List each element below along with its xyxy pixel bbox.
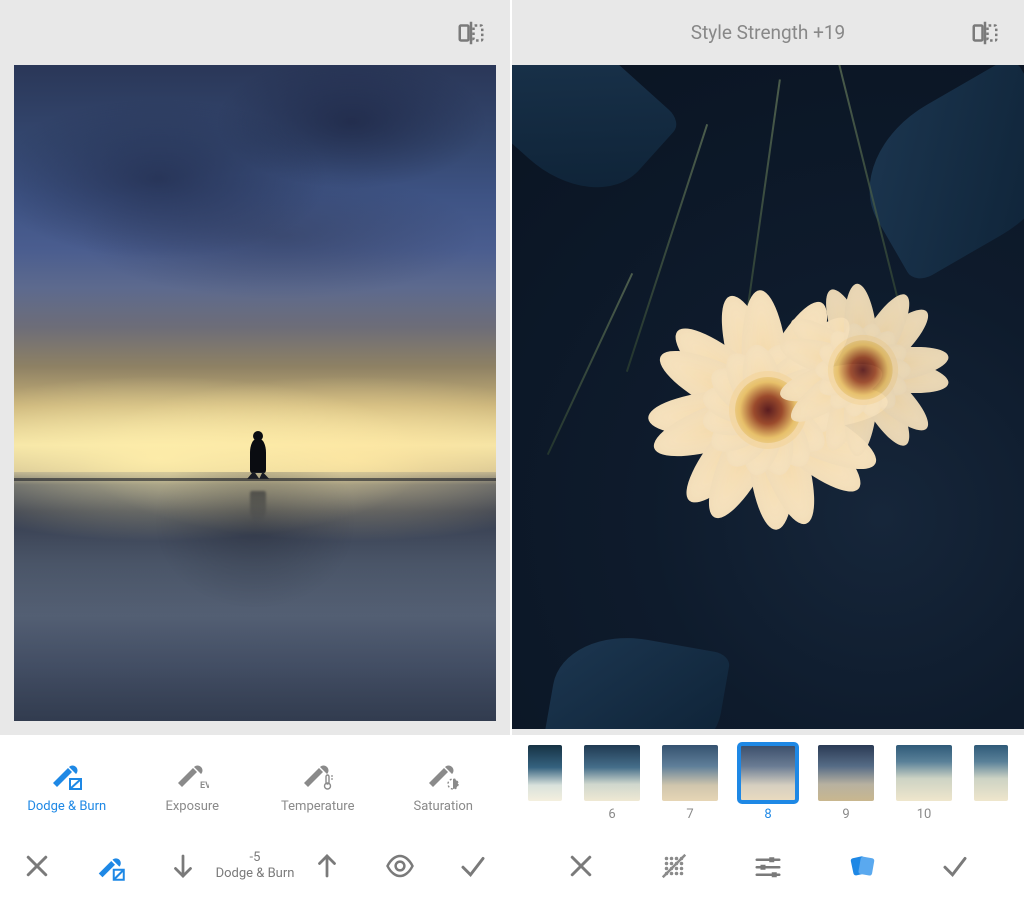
brush-saturation-icon	[426, 761, 460, 791]
filter-num: 7	[686, 807, 693, 822]
filter-next-partial[interactable]	[974, 745, 1008, 822]
bottombar-left: -5 Dodge & Burn	[0, 833, 510, 899]
brush-temperature-icon	[301, 761, 335, 791]
apply-button[interactable]	[458, 851, 488, 881]
adjust-stepper: -5 Dodge & Burn	[168, 850, 343, 881]
filter-num: 8	[764, 807, 771, 822]
photo-canvas-right[interactable]	[512, 65, 1024, 735]
filter-prev-partial[interactable]	[528, 745, 562, 822]
increase-button[interactable]	[312, 851, 342, 881]
style-strength-label: Style Strength +19	[691, 21, 845, 44]
compare-icon[interactable]	[456, 18, 486, 48]
filter-strip[interactable]: 6 7 8 9 10	[512, 735, 1024, 833]
adjust-name: Dodge & Burn	[216, 866, 295, 882]
brush-label: Exposure	[165, 799, 219, 814]
preview-button[interactable]	[385, 851, 415, 881]
brush-label: Temperature	[281, 799, 354, 814]
decrease-button[interactable]	[168, 851, 198, 881]
cancel-button[interactable]	[566, 851, 596, 881]
shuffle-icon[interactable]	[659, 851, 689, 881]
bottombar-right	[512, 833, 1024, 899]
cancel-button[interactable]	[22, 851, 52, 881]
brush-saturation[interactable]: Saturation	[381, 761, 507, 814]
brush-exposure-icon: EV	[175, 761, 209, 791]
filter-num: 9	[842, 807, 849, 822]
filter-thumb	[584, 745, 640, 801]
filter-thumb	[662, 745, 718, 801]
sliders-icon[interactable]	[753, 851, 783, 881]
filter-thumb	[740, 745, 796, 801]
screen-styles: Style Strength +19 6 7	[512, 0, 1024, 899]
brush-dodge-burn[interactable]: Dodge & Burn	[4, 761, 130, 814]
compare-icon[interactable]	[970, 18, 1000, 48]
topbar-left	[0, 0, 510, 65]
apply-button[interactable]	[940, 851, 970, 881]
filter-num	[989, 807, 992, 822]
filter-thumb	[818, 745, 874, 801]
brush-row: Dodge & Burn EV Exposure	[0, 735, 510, 833]
filter-9[interactable]: 9	[818, 745, 874, 822]
brush-label: Saturation	[414, 799, 473, 814]
photo-sunset	[14, 65, 496, 721]
filter-num	[543, 807, 546, 822]
filter-thumb	[896, 745, 952, 801]
brush-exposure[interactable]: EV Exposure	[130, 761, 256, 814]
current-adjustment[interactable]: -5 Dodge & Burn	[216, 850, 295, 881]
filter-num: 6	[608, 807, 615, 822]
filter-8[interactable]: 8	[740, 745, 796, 822]
filter-10[interactable]: 10	[896, 745, 952, 822]
svg-text:EV: EV	[200, 781, 209, 791]
photo-canvas-left[interactable]	[0, 65, 510, 735]
brush-dodgeburn-icon	[50, 761, 84, 791]
filter-7[interactable]: 7	[662, 745, 718, 822]
brush-label: Dodge & Burn	[27, 799, 106, 814]
screen-selective-brush: Dodge & Burn EV Exposure	[0, 0, 512, 899]
photo-flower	[512, 65, 1024, 729]
filter-thumb	[528, 745, 562, 801]
adjust-value: -5	[216, 850, 295, 866]
brush-temperature[interactable]: Temperature	[255, 761, 381, 814]
topbar-right: Style Strength +19	[512, 0, 1024, 65]
filter-thumb	[974, 745, 1008, 801]
mask-tool-button[interactable]	[95, 851, 125, 881]
filter-6[interactable]: 6	[584, 745, 640, 822]
styles-icon[interactable]	[847, 851, 877, 881]
filter-num: 10	[917, 807, 932, 822]
